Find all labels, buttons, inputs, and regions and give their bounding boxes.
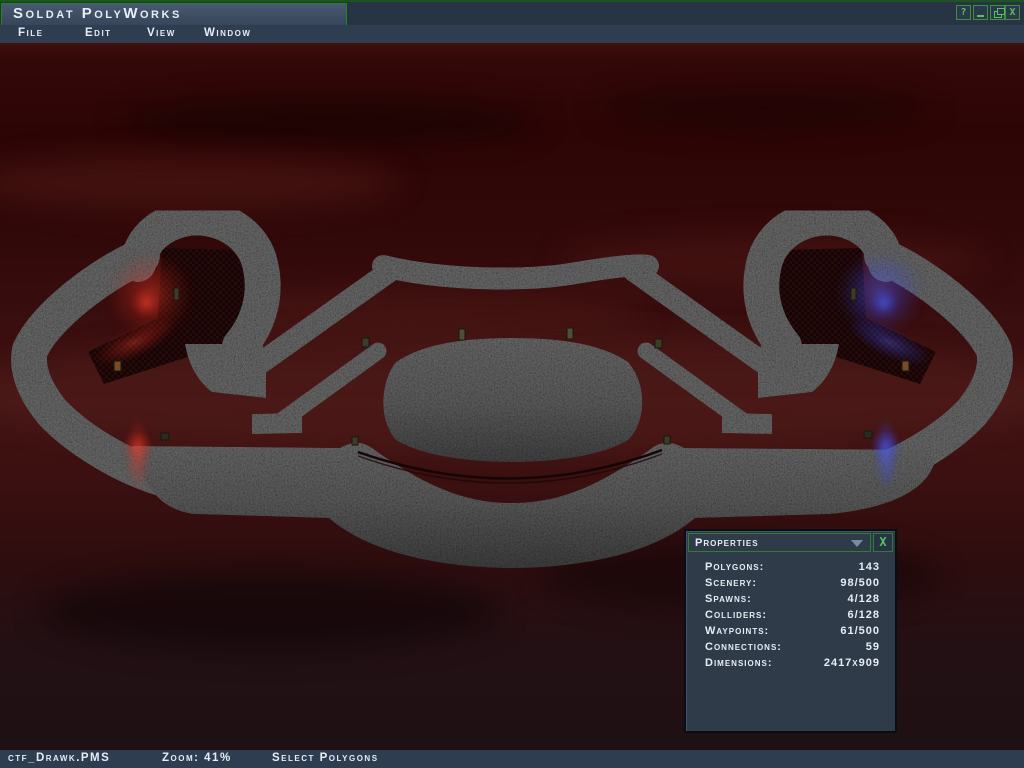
property-label: Connections: [705, 641, 782, 657]
property-label: Spawns: [705, 593, 752, 609]
title-bar: Soldat PolyWorks ? X [0, 0, 1024, 25]
property-value: 143 [859, 561, 880, 577]
property-row-dimensions: Dimensions: 2417x909 [686, 657, 895, 673]
properties-panel-header[interactable]: Properties X [688, 533, 893, 552]
properties-panel-title: Properties [689, 537, 759, 549]
properties-panel: Properties X Polygons: 143 Scenery: 98/5… [684, 529, 897, 733]
minimize-icon [977, 15, 984, 17]
property-row-scenery: Scenery: 98/500 [686, 577, 895, 593]
property-value: 4/128 [847, 593, 880, 609]
panel-close-icon: X [879, 535, 886, 549]
close-button[interactable]: X [1005, 5, 1020, 20]
property-row-waypoints: Waypoints: 61/500 [686, 625, 895, 641]
minimize-button[interactable] [973, 5, 988, 20]
close-icon: X [1009, 7, 1015, 18]
property-value: 98/500 [840, 577, 880, 593]
map-editor-canvas[interactable]: Properties X Polygons: 143 Scenery: 98/5… [0, 43, 1024, 750]
restore-button[interactable] [990, 5, 1005, 20]
property-value: 61/500 [840, 625, 880, 641]
help-button[interactable]: ? [956, 5, 971, 20]
menu-window[interactable]: Window [204, 27, 251, 39]
property-label: Polygons: [705, 561, 764, 577]
window-title: Soldat PolyWorks [13, 5, 182, 22]
menu-bar: File Edit View Window [0, 25, 1024, 43]
property-row-colliders: Colliders: 6/128 [686, 609, 895, 625]
property-value: 6/128 [847, 609, 880, 625]
property-label: Dimensions: [705, 657, 773, 673]
properties-list: Polygons: 143 Scenery: 98/500 Spawns: 4/… [686, 561, 895, 673]
menu-edit[interactable]: Edit [85, 27, 112, 39]
property-label: Waypoints: [705, 625, 769, 641]
panel-close-button[interactable]: X [873, 533, 893, 552]
help-icon: ? [960, 7, 966, 18]
menu-file[interactable]: File [18, 27, 43, 39]
status-bar: ctf_Drawk.PMS Zoom: 41% Select Polygons [0, 750, 1024, 768]
property-row-spawns: Spawns: 4/128 [686, 593, 895, 609]
app-window: Soldat PolyWorks ? X File Edit View Wind… [0, 0, 1024, 768]
status-zoom-level: Zoom: 41% [162, 752, 232, 764]
property-value: 59 [866, 641, 880, 657]
property-row-polygons: Polygons: 143 [686, 561, 895, 577]
collapse-icon[interactable] [851, 540, 863, 547]
menu-view[interactable]: View [147, 27, 176, 39]
property-value: 2417x909 [824, 657, 880, 673]
property-label: Scenery: [705, 577, 757, 593]
status-active-tool: Select Polygons [272, 752, 379, 764]
property-row-connections: Connections: 59 [686, 641, 895, 657]
property-label: Colliders: [705, 609, 767, 625]
title-box: Soldat PolyWorks [1, 3, 347, 26]
status-filename: ctf_Drawk.PMS [8, 752, 110, 764]
